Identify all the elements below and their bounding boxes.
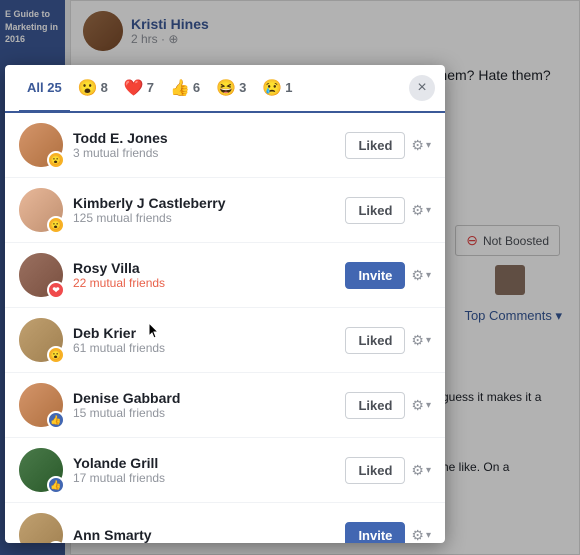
gear-icon: ⚙ bbox=[411, 462, 424, 479]
user-info: Denise Gabbard 15 mutual friends bbox=[73, 390, 335, 420]
user-list: 😮 Todd E. Jones 3 mutual friends Liked ⚙… bbox=[5, 113, 445, 543]
user-name: Ann Smarty bbox=[73, 527, 335, 543]
user-row: 😆 Ann Smarty Invite ⚙ ▾ bbox=[5, 503, 445, 543]
user-name: Rosy Villa bbox=[73, 260, 335, 276]
gear-dropdown[interactable]: ⚙ ▾ bbox=[411, 462, 431, 479]
reaction-badge: 👍 bbox=[47, 476, 65, 494]
sad-emoji: 😢 bbox=[262, 78, 282, 98]
gear-icon: ⚙ bbox=[411, 267, 424, 284]
action-area: Liked ⚙ ▾ bbox=[345, 197, 431, 224]
mutual-friends: 22 mutual friends bbox=[73, 276, 335, 290]
action-area: Invite ⚙ ▾ bbox=[345, 262, 431, 289]
tab-like-count: 6 bbox=[193, 80, 200, 95]
user-avatar-wrap: 😮 bbox=[19, 123, 63, 167]
mutual-friends: 3 mutual friends bbox=[73, 146, 335, 160]
reaction-badge: 😮 bbox=[47, 346, 65, 364]
tab-haha-count: 3 bbox=[239, 80, 246, 95]
user-name: Todd E. Jones bbox=[73, 130, 335, 146]
invite-button[interactable]: Invite bbox=[345, 522, 405, 544]
liked-button[interactable]: Liked bbox=[345, 327, 405, 354]
chevron-down-icon: ▾ bbox=[426, 205, 431, 216]
chevron-down-icon: ▾ bbox=[426, 140, 431, 151]
action-area: Liked ⚙ ▾ bbox=[345, 132, 431, 159]
tab-like[interactable]: 👍 6 bbox=[162, 65, 208, 113]
love-emoji: ❤️ bbox=[124, 78, 144, 98]
gear-icon: ⚙ bbox=[411, 527, 424, 544]
chevron-down-icon: ▾ bbox=[426, 270, 431, 281]
reactions-modal: All 25 😮 8 ❤️ 7 👍 6 😆 3 😢 1 × bbox=[5, 65, 445, 543]
haha-emoji: 😆 bbox=[216, 78, 236, 98]
action-area: Liked ⚙ ▾ bbox=[345, 392, 431, 419]
tab-all-label: All 25 bbox=[27, 80, 62, 95]
modal-header: All 25 😮 8 ❤️ 7 👍 6 😆 3 😢 1 × bbox=[5, 65, 445, 113]
user-avatar bbox=[19, 513, 63, 543]
mutual-friends: 15 mutual friends bbox=[73, 406, 335, 420]
reaction-badge: 😮 bbox=[47, 216, 65, 234]
liked-button[interactable]: Liked bbox=[345, 457, 405, 484]
liked-button[interactable]: Liked bbox=[345, 392, 405, 419]
user-row: 👍 Denise Gabbard 15 mutual friends Liked… bbox=[5, 373, 445, 438]
mutual-friends: 17 mutual friends bbox=[73, 471, 335, 485]
user-name: Yolande Grill bbox=[73, 455, 335, 471]
user-avatar-wrap: 😆 bbox=[19, 513, 63, 543]
gear-icon: ⚙ bbox=[411, 137, 424, 154]
user-info: Kimberly J Castleberry 125 mutual friend… bbox=[73, 195, 335, 225]
liked-button[interactable]: Liked bbox=[345, 132, 405, 159]
gear-dropdown[interactable]: ⚙ ▾ bbox=[411, 202, 431, 219]
close-button[interactable]: × bbox=[409, 75, 435, 101]
user-name: Denise Gabbard bbox=[73, 390, 335, 406]
tab-wow[interactable]: 😮 8 bbox=[70, 65, 116, 113]
mutual-friends: 125 mutual friends bbox=[73, 211, 335, 225]
chevron-down-icon: ▾ bbox=[426, 465, 431, 476]
tab-wow-count: 8 bbox=[101, 80, 108, 95]
liked-button[interactable]: Liked bbox=[345, 197, 405, 224]
action-area: Liked ⚙ ▾ bbox=[345, 327, 431, 354]
user-avatar-wrap: 👍 bbox=[19, 448, 63, 492]
wow-emoji: 😮 bbox=[78, 78, 98, 98]
user-name: Kimberly J Castleberry bbox=[73, 195, 335, 211]
user-info: Rosy Villa 22 mutual friends bbox=[73, 260, 335, 290]
gear-dropdown[interactable]: ⚙ ▾ bbox=[411, 267, 431, 284]
user-row: 😮 Kimberly J Castleberry 125 mutual frie… bbox=[5, 178, 445, 243]
chevron-down-icon: ▾ bbox=[426, 530, 431, 541]
user-row: 😮 Todd E. Jones 3 mutual friends Liked ⚙… bbox=[5, 113, 445, 178]
user-avatar-wrap: 😮 bbox=[19, 318, 63, 362]
gear-icon: ⚙ bbox=[411, 397, 424, 414]
user-info: Deb Krier 61 mutual friends bbox=[73, 325, 335, 355]
user-avatar-wrap: ❤ bbox=[19, 253, 63, 297]
action-area: Liked ⚙ ▾ bbox=[345, 457, 431, 484]
tab-love-count: 7 bbox=[147, 80, 154, 95]
gear-dropdown[interactable]: ⚙ ▾ bbox=[411, 137, 431, 154]
gear-dropdown[interactable]: ⚙ ▾ bbox=[411, 397, 431, 414]
tab-sad-count: 1 bbox=[285, 80, 292, 95]
user-avatar-wrap: 👍 bbox=[19, 383, 63, 427]
mutual-friends: 61 mutual friends bbox=[73, 341, 335, 355]
user-avatar-wrap: 😮 bbox=[19, 188, 63, 232]
user-info: Yolande Grill 17 mutual friends bbox=[73, 455, 335, 485]
gear-icon: ⚙ bbox=[411, 332, 424, 349]
invite-button[interactable]: Invite bbox=[345, 262, 405, 289]
reaction-badge: 😮 bbox=[47, 151, 65, 169]
user-name: Deb Krier bbox=[73, 325, 335, 341]
reaction-badge: ❤ bbox=[47, 281, 65, 299]
gear-icon: ⚙ bbox=[411, 202, 424, 219]
user-row: 👍 Yolande Grill 17 mutual friends Liked … bbox=[5, 438, 445, 503]
tab-love[interactable]: ❤️ 7 bbox=[116, 65, 162, 113]
reaction-badge: 👍 bbox=[47, 411, 65, 429]
user-info: Todd E. Jones 3 mutual friends bbox=[73, 130, 335, 160]
chevron-down-icon: ▾ bbox=[426, 335, 431, 346]
tab-haha[interactable]: 😆 3 bbox=[208, 65, 254, 113]
user-info: Ann Smarty bbox=[73, 527, 335, 543]
gear-dropdown[interactable]: ⚙ ▾ bbox=[411, 332, 431, 349]
action-area: Invite ⚙ ▾ bbox=[345, 522, 431, 544]
user-row: 😮 Deb Krier 61 mutual friends Liked ⚙ ▾ bbox=[5, 308, 445, 373]
tab-sad[interactable]: 😢 1 bbox=[254, 65, 300, 113]
like-emoji: 👍 bbox=[170, 78, 190, 98]
chevron-down-icon: ▾ bbox=[426, 400, 431, 411]
tab-all[interactable]: All 25 bbox=[19, 65, 70, 113]
user-row: ❤ Rosy Villa 22 mutual friends Invite ⚙ … bbox=[5, 243, 445, 308]
gear-dropdown[interactable]: ⚙ ▾ bbox=[411, 527, 431, 544]
